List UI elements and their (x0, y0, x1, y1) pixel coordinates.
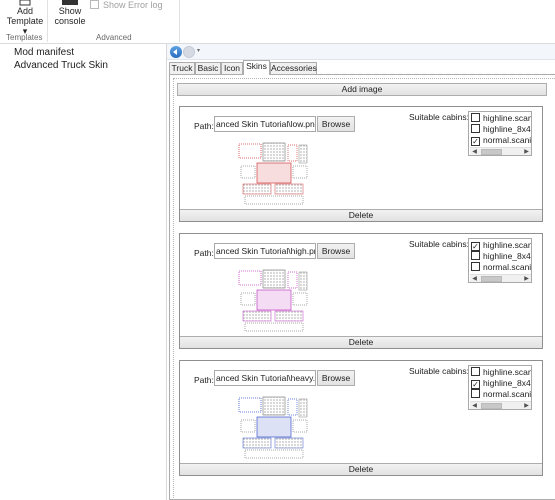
scroll-thumb[interactable] (481, 276, 502, 282)
cabin-checkbox-item[interactable]: ✓highline.scania (471, 240, 532, 251)
scroll-left-icon[interactable]: ◀ (470, 148, 479, 155)
path-label: Path: (194, 248, 214, 258)
cabin-checkbox-item[interactable]: highline_8x4.sc (471, 124, 531, 135)
suitable-cabins-label: Suitable cabins: (409, 366, 470, 376)
tab-strip: Truck Basic Icon Skins Accessories (169, 60, 555, 75)
checkbox-icon[interactable] (471, 389, 480, 398)
cabin-list[interactable]: ✓highline.scania highline_8x4.sc normal.… (468, 238, 532, 283)
back-arrow-icon[interactable] (170, 46, 182, 58)
cabin-checkbox-item[interactable]: normal.scania. (471, 262, 532, 273)
cabin-checkbox-item[interactable]: highline_8x4.sc (471, 251, 531, 262)
scroll-left-icon[interactable]: ◀ (470, 402, 479, 409)
cabin-checkbox-item[interactable]: highline.scania (471, 367, 532, 378)
add-image-button[interactable]: Add image (177, 83, 547, 96)
scroll-left-icon[interactable]: ◀ (470, 275, 479, 282)
checkmark-icon[interactable]: ✓ (471, 380, 480, 389)
cabin-name: normal.scania. (483, 135, 532, 145)
horizontal-scrollbar[interactable]: ◀ ▶ (470, 401, 531, 409)
checkmark-icon[interactable]: ✓ (471, 242, 480, 251)
skin-texture-preview (238, 142, 308, 205)
show-error-log-checkbox[interactable]: Show Error log (90, 0, 163, 10)
show-console-label-1: Show (58, 6, 82, 16)
ribbon-separator (179, 0, 180, 42)
cabin-checkbox-item[interactable]: ✓normal.scania. (471, 135, 532, 146)
scroll-right-icon[interactable]: ▶ (522, 275, 531, 282)
skin-card: Path: anced Skin Tutorial\low.png Browse… (179, 106, 543, 222)
path-field[interactable]: anced Skin Tutorial\low.png (214, 116, 316, 132)
cabin-name: highline_8x4.sc (483, 124, 531, 134)
show-console-label-2: console (54, 16, 86, 26)
suitable-cabins-label: Suitable cabins: (409, 239, 470, 249)
add-template-label-1: Add (16, 6, 33, 16)
add-template-button[interactable]: Add Template ▾ (4, 0, 46, 36)
cabin-name: highline.scania (483, 367, 532, 377)
skin-texture-preview (238, 269, 308, 332)
chevron-down-icon[interactable]: ▾ (197, 47, 200, 54)
ribbon: Add Template ▾ Show console Show Error l… (0, 0, 555, 44)
show-error-log-label: Show Error log (103, 0, 163, 10)
cabin-checkbox-item[interactable]: normal.scania. (471, 389, 532, 400)
scroll-thumb[interactable] (481, 149, 502, 155)
browse-button[interactable]: Browse (317, 370, 355, 386)
tab-basic[interactable]: Basic (195, 62, 221, 74)
cabin-name: highline_8x4.sc (483, 251, 531, 261)
scroll-right-icon[interactable]: ▶ (522, 402, 531, 409)
checkmark-icon[interactable]: ✓ (471, 137, 480, 146)
horizontal-scrollbar[interactable]: ◀ ▶ (470, 274, 531, 282)
cabin-checkbox-item[interactable]: highline.scania (471, 113, 532, 124)
checkbox-icon (90, 0, 99, 9)
cabin-name: normal.scania. (483, 389, 532, 399)
forward-arrow-icon[interactable] (183, 46, 195, 58)
skin-card: Path: anced Skin Tutorial\high.png Brows… (179, 233, 543, 349)
cabin-checkbox-item[interactable]: ✓highline_8x4.sc (471, 378, 531, 389)
group-label-templates: Templates (6, 33, 43, 42)
checkbox-icon[interactable] (471, 367, 480, 376)
browse-button[interactable]: Browse (317, 243, 355, 259)
tree-item-advanced-truck-skin[interactable]: Advanced Truck Skin (14, 60, 108, 71)
tab-icon[interactable]: Icon (221, 62, 243, 74)
tab-accessories[interactable]: Accessories (270, 62, 317, 74)
horizontal-scrollbar[interactable]: ◀ ▶ (470, 147, 531, 155)
navigation-bar: ▾ (167, 44, 555, 60)
tab-truck[interactable]: Truck (169, 62, 195, 74)
path-label: Path: (194, 121, 214, 131)
cabin-list[interactable]: highline.scania ✓highline_8x4.sc normal.… (468, 365, 532, 410)
cabin-name: highline.scania (483, 113, 532, 123)
checkbox-icon[interactable] (471, 251, 480, 260)
scroll-thumb[interactable] (481, 403, 502, 409)
cabin-name: normal.scania. (483, 262, 532, 272)
tree-item-mod-manifest[interactable]: Mod manifest (14, 47, 74, 58)
skin-card: Path: anced Skin Tutorial\heavy.png Brow… (179, 360, 543, 476)
suitable-cabins-label: Suitable cabins: (409, 112, 470, 122)
path-field[interactable]: anced Skin Tutorial\high.png (214, 243, 316, 259)
cabin-name: highline.scania (483, 240, 532, 250)
cabin-list[interactable]: highline.scania highline_8x4.sc ✓normal.… (468, 111, 532, 156)
pane-splitter[interactable] (166, 44, 167, 500)
show-console-button[interactable]: Show console (52, 0, 88, 26)
skin-texture-preview (238, 396, 308, 459)
checkbox-icon[interactable] (471, 262, 480, 271)
cabin-name: highline_8x4.sc (483, 378, 531, 388)
delete-button[interactable]: Delete (180, 209, 542, 221)
scroll-right-icon[interactable]: ▶ (522, 148, 531, 155)
tab-skins[interactable]: Skins (243, 60, 270, 75)
delete-button[interactable]: Delete (180, 336, 542, 348)
browse-button[interactable]: Browse (317, 116, 355, 132)
path-label: Path: (194, 375, 214, 385)
ribbon-separator (47, 0, 48, 42)
path-field[interactable]: anced Skin Tutorial\heavy.png (214, 370, 316, 386)
project-tree: Mod manifest Advanced Truck Skin (0, 44, 166, 500)
group-label-advanced: Advanced (96, 33, 132, 42)
checkbox-icon[interactable] (471, 113, 480, 122)
checkbox-icon[interactable] (471, 124, 480, 133)
delete-button[interactable]: Delete (180, 463, 542, 475)
